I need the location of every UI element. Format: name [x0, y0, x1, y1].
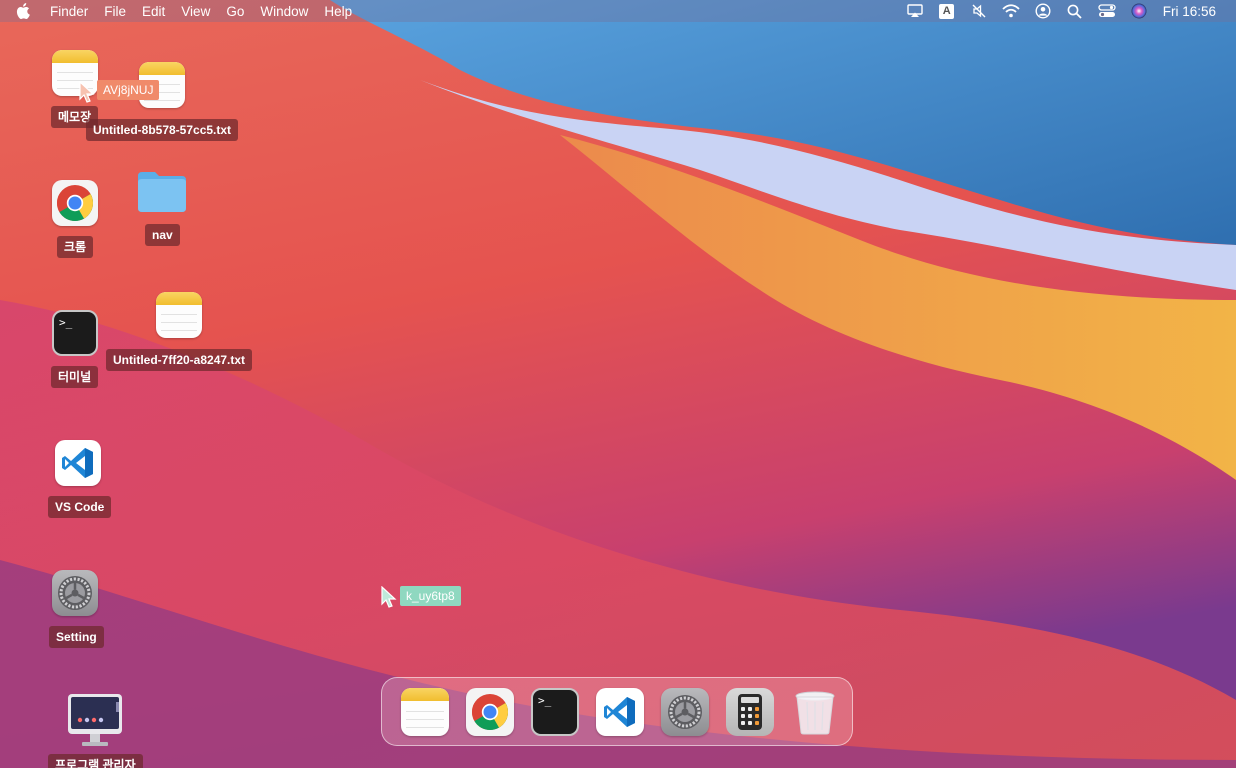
wifi-icon[interactable]: [1000, 0, 1022, 22]
desktop-icon-label: VS Code: [48, 496, 112, 518]
menu-clock: Fri 16:56: [1162, 3, 1216, 19]
notes-icon: [156, 292, 202, 338]
menu-go[interactable]: Go: [218, 4, 252, 19]
menu-bar: Finder File Edit View Go Window Help A F…: [0, 0, 1236, 22]
dock-item-terminal[interactable]: >_: [530, 687, 580, 737]
desktop-icon-label: Untitled-8b578-57cc5.txt: [86, 119, 239, 141]
dock: >_: [381, 677, 853, 746]
vscode-icon: [55, 440, 101, 486]
vscode-icon: [596, 687, 644, 736]
calculator-icon: [726, 687, 774, 736]
airplay-icon[interactable]: [904, 0, 926, 22]
desktop-icon-label: Setting: [49, 626, 104, 648]
remote-cursor-label: k_uy6tp8: [400, 586, 461, 606]
dock-item-calculator[interactable]: [725, 687, 775, 737]
menu-file[interactable]: File: [96, 4, 134, 19]
settings-icon: [661, 687, 709, 736]
folder-icon: [138, 172, 186, 212]
trash-icon: [795, 691, 835, 734]
dock-item-settings[interactable]: [660, 687, 710, 737]
remote-cursor-icon: [381, 586, 397, 608]
desktop-icon-label: 터미널: [51, 366, 99, 388]
desktop-icon-label: Untitled-7ff20-a8247.txt: [106, 349, 253, 371]
apple-menu-icon[interactable]: [16, 2, 32, 20]
menu-finder[interactable]: Finder: [42, 4, 96, 19]
status-menu: A Fri 16:56: [899, 0, 1236, 22]
menu-edit[interactable]: Edit: [134, 4, 173, 19]
input-source-letter: A: [939, 3, 955, 19]
siri-icon[interactable]: [1128, 0, 1150, 22]
terminal-icon: >_: [52, 310, 98, 356]
desktop-icon-label: 프로그램 관리자: [48, 754, 143, 768]
terminal-prompt: >_: [59, 316, 73, 329]
dock-item-notes[interactable]: [400, 687, 450, 737]
desktop-icon-vscode[interactable]: [55, 440, 101, 486]
menu-help[interactable]: Help: [316, 4, 360, 19]
desktop-icon-program-manager[interactable]: [66, 692, 124, 750]
desktop-icon-folder-nav[interactable]: [136, 168, 188, 214]
dock-item-chrome[interactable]: [465, 687, 515, 737]
chrome-icon: [466, 687, 514, 736]
desktop-icon-settings[interactable]: [52, 570, 98, 616]
desktop-wallpaper: [0, 0, 1236, 768]
input-source-icon[interactable]: A: [936, 0, 958, 22]
menu-view[interactable]: View: [173, 4, 218, 19]
search-icon[interactable]: [1064, 0, 1086, 22]
desktop-icon-label: 크롬: [57, 236, 94, 258]
monitor-icon: [68, 694, 122, 746]
mute-icon[interactable]: [968, 0, 990, 22]
desktop-icon-chrome[interactable]: [52, 180, 98, 226]
notes-icon: [401, 687, 449, 736]
settings-icon: [52, 570, 98, 616]
chrome-icon: [52, 180, 98, 226]
control-center-icon[interactable]: [1096, 0, 1118, 22]
remote-cursor-icon: [79, 81, 95, 103]
remote-cursor-label: AVj8jNUJ: [97, 80, 160, 100]
desktop-icon-terminal[interactable]: >_: [52, 310, 98, 356]
dock-item-trash[interactable]: [790, 687, 840, 737]
menu-window[interactable]: Window: [252, 4, 316, 19]
terminal-icon: >_: [531, 687, 579, 736]
dock-item-vscode[interactable]: [595, 687, 645, 737]
desktop-icon-label: nav: [145, 224, 180, 246]
terminal-prompt: >_: [538, 693, 552, 707]
desktop-icon-untitled-file-2[interactable]: [156, 292, 202, 338]
user-icon[interactable]: [1032, 0, 1054, 22]
